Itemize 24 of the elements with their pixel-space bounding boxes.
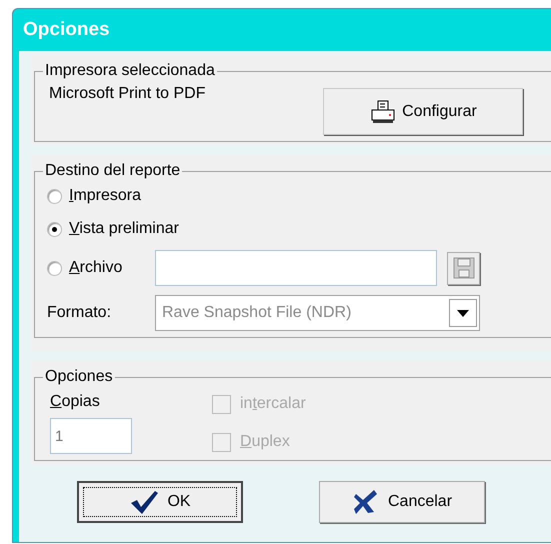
checkmark-icon <box>129 489 160 515</box>
cross-icon <box>352 488 380 516</box>
copies-label: Copias <box>50 392 101 412</box>
printer-icon <box>370 98 396 124</box>
radio-button[interactable] <box>47 260 62 276</box>
file-path-field[interactable] <box>155 250 437 286</box>
checkbox-label: intercalar <box>240 394 306 414</box>
copies-field[interactable]: 1 <box>50 418 132 454</box>
printer-name: Microsoft Print to PDF <box>49 84 206 104</box>
group-title: Opciones <box>43 367 115 387</box>
radio-label: Archivo <box>69 258 122 278</box>
group-title: Destino del reporte <box>43 161 182 181</box>
format-label: Formato: <box>47 303 112 323</box>
radio-button[interactable] <box>47 188 62 204</box>
configure-button[interactable]: Configurar <box>323 88 524 135</box>
group-title: Impresora seleccionada <box>43 61 217 81</box>
radio-button[interactable] <box>47 222 62 236</box>
cancel-button[interactable]: Cancelar <box>319 481 485 523</box>
checkbox-label: Duplex <box>240 432 290 452</box>
save-icon[interactable] <box>447 252 480 284</box>
ok-button[interactable]: OK <box>77 481 243 523</box>
radio-label: Vista preliminar <box>69 219 179 239</box>
radio-label: Impresora <box>69 186 142 206</box>
window-title: Opciones <box>23 18 110 42</box>
